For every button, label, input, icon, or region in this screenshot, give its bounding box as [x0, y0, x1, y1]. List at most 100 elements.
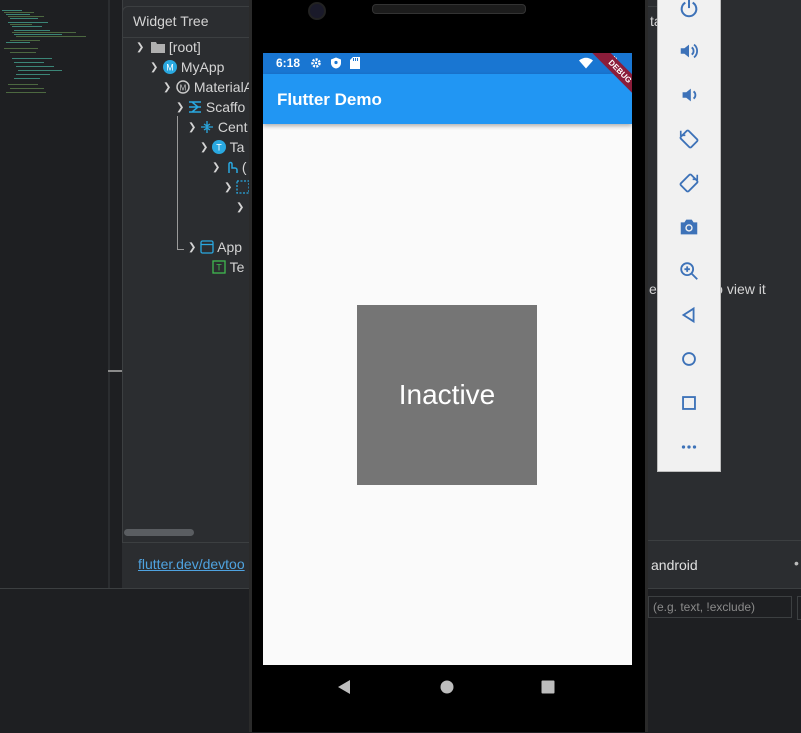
- status-bar: 6:18: [263, 53, 632, 74]
- rotate-right-icon[interactable]: [658, 161, 720, 205]
- tree-node-label: MaterialA: [193, 79, 254, 95]
- tree-node-materialapp[interactable]: M MaterialA: [176, 78, 253, 96]
- home-icon[interactable]: [658, 337, 720, 381]
- code-line: [6, 92, 46, 93]
- settings-icon: [311, 58, 321, 68]
- android-nav-bar: [263, 665, 632, 710]
- tree-guide-line: [177, 249, 184, 250]
- code-line: [8, 22, 48, 23]
- zoom-icon[interactable]: [658, 249, 720, 293]
- device-label: android: [651, 557, 698, 573]
- code-line: [18, 70, 62, 71]
- text-widget-icon: T: [212, 260, 226, 274]
- nav-overview-icon[interactable]: [541, 680, 555, 694]
- material-app-icon: M: [176, 80, 190, 94]
- tree-node-label: (: [241, 159, 247, 175]
- code-editor-strip: [0, 0, 108, 588]
- center-icon: [201, 121, 213, 133]
- tree-node-scaffold[interactable]: Scaffo: [188, 98, 245, 116]
- tap-box-label: Inactive: [398, 379, 496, 410]
- tree-node-label: [root]: [168, 39, 201, 55]
- folder-icon: [151, 42, 165, 53]
- stateful-widget-icon: T: [212, 140, 226, 154]
- code-line: [4, 48, 38, 49]
- devtools-link[interactable]: flutter.dev/devtoo: [138, 556, 245, 572]
- emulator-toolbar: [657, 0, 721, 472]
- resize-handle[interactable]: [108, 370, 122, 372]
- chevron-down-icon[interactable]: ❯: [188, 242, 196, 253]
- app-bar: Flutter Demo: [263, 74, 632, 124]
- container-icon: [236, 180, 250, 194]
- chevron-down-icon[interactable]: ❯: [163, 82, 171, 93]
- power-icon[interactable]: [658, 0, 720, 31]
- tree-node-center[interactable]: Cent: [200, 118, 247, 136]
- code-line: [12, 32, 76, 33]
- tree-node-root[interactable]: [root]: [151, 38, 201, 56]
- code-line: [6, 14, 30, 15]
- tree-node-container[interactable]: [236, 178, 250, 196]
- overview-icon[interactable]: [658, 381, 720, 425]
- tree-node-tapbox[interactable]: T Ta: [212, 138, 244, 156]
- more-options-icon[interactable]: •: [794, 555, 799, 571]
- tree-node-text[interactable]: T Te: [212, 258, 244, 276]
- tree-node-gesture[interactable]: (: [224, 158, 247, 176]
- svg-text:T: T: [216, 263, 222, 273]
- panel-divider: [648, 540, 801, 541]
- horizontal-scrollbar[interactable]: [124, 529, 194, 536]
- chevron-down-icon[interactable]: ❯: [200, 142, 208, 153]
- stateless-widget-icon: M: [163, 60, 177, 74]
- tree-node-appbar[interactable]: App: [200, 238, 242, 256]
- code-line: [16, 36, 86, 37]
- phone-speaker: [372, 4, 526, 14]
- svg-text:T: T: [216, 143, 222, 153]
- tree-guide-line: [177, 116, 178, 250]
- gesture-detector-icon: [228, 161, 238, 173]
- widget-tree-title: Widget Tree: [133, 13, 209, 29]
- tree-node-label: MyApp: [180, 59, 225, 75]
- chevron-down-icon[interactable]: ❯: [188, 122, 196, 133]
- status-time: 6:18: [276, 56, 301, 70]
- code-line: [14, 62, 44, 63]
- chevron-down-icon[interactable]: ❯: [236, 202, 244, 213]
- code-line: [10, 40, 40, 41]
- code-line: [12, 58, 52, 59]
- rotate-left-icon[interactable]: [658, 117, 720, 161]
- nav-home-icon[interactable]: [440, 680, 454, 694]
- tree-node-label: Ta: [229, 139, 245, 155]
- chevron-down-icon[interactable]: ❯: [136, 42, 144, 53]
- chevron-down-icon[interactable]: ❯: [176, 102, 184, 113]
- code-line: [10, 52, 36, 53]
- camera-icon[interactable]: [658, 205, 720, 249]
- back-icon[interactable]: [658, 293, 720, 337]
- code-line: [16, 66, 54, 67]
- scaffold-icon: [189, 101, 201, 113]
- log-filter-input[interactable]: [648, 596, 792, 618]
- chevron-down-icon[interactable]: ❯: [150, 62, 158, 73]
- code-line: [12, 26, 42, 27]
- code-line: [6, 42, 30, 43]
- code-line: [10, 88, 44, 89]
- svg-text:M: M: [180, 84, 187, 93]
- tap-box[interactable]: Inactive: [357, 305, 537, 485]
- code-line: [8, 84, 38, 85]
- code-line: [14, 78, 40, 79]
- volume-up-icon[interactable]: [658, 29, 720, 73]
- chevron-down-icon[interactable]: ❯: [224, 182, 232, 193]
- panel-divider[interactable]: [108, 0, 110, 588]
- nav-back-icon[interactable]: [338, 680, 352, 694]
- app-bar-icon: [200, 240, 214, 254]
- front-camera: [308, 2, 326, 20]
- code-line: [8, 16, 44, 17]
- shield-icon: [331, 57, 341, 69]
- volume-down-icon[interactable]: [658, 73, 720, 117]
- wifi-icon: [579, 57, 593, 69]
- svg-text:M: M: [166, 63, 174, 73]
- app-title: Flutter Demo: [277, 90, 382, 109]
- chevron-down-icon[interactable]: ❯: [212, 162, 220, 173]
- code-line: [10, 18, 38, 19]
- tree-node-label: Te: [229, 259, 245, 275]
- filter-button[interactable]: [797, 596, 801, 620]
- tree-node-myapp[interactable]: M MyApp: [163, 58, 224, 76]
- tree-node-label: Scaffo: [205, 99, 246, 115]
- more-icon[interactable]: [658, 425, 720, 469]
